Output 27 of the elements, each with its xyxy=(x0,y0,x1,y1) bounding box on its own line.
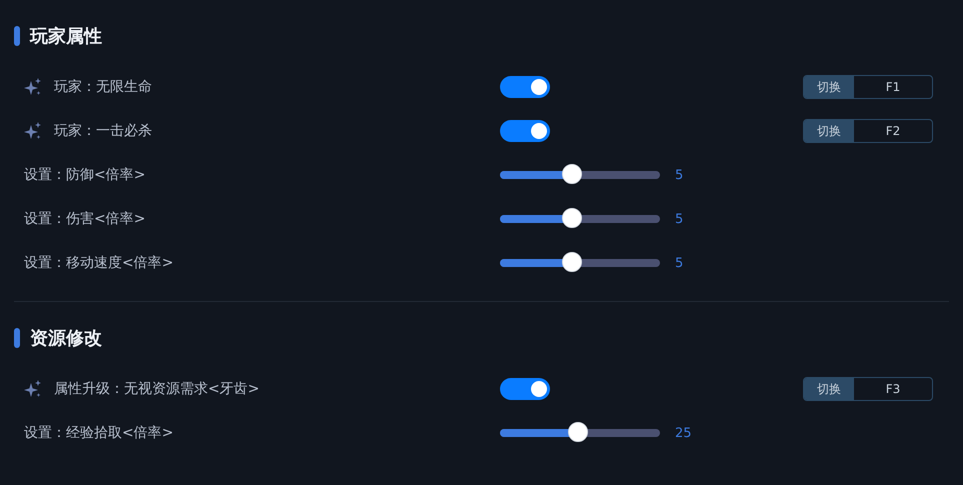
section-title: 玩家属性 xyxy=(30,25,102,48)
section-title: 资源修改 xyxy=(30,327,102,350)
toggle-switch[interactable] xyxy=(500,120,550,142)
hotkey-value: F2 xyxy=(884,123,902,140)
option-label: 设置：移动速度<倍率> xyxy=(24,254,174,272)
hotkey-field[interactable]: 切换 F3 xyxy=(803,377,933,401)
hotkey-field[interactable]: 切换 F1 xyxy=(803,75,933,99)
option-label: 玩家：无限生命 xyxy=(54,78,152,96)
section-marker xyxy=(14,328,20,348)
slider-value: 5 xyxy=(675,256,684,270)
hotkey-field[interactable]: 切换 F2 xyxy=(803,119,933,143)
slider-value: 5 xyxy=(675,168,684,182)
option-label: 属性升级：无视资源需求<牙齿> xyxy=(54,380,260,398)
switch-label: 切换 xyxy=(804,120,854,142)
option-label: 玩家：一击必杀 xyxy=(54,122,152,140)
hotkey-value: F1 xyxy=(884,79,902,96)
toggle-switch[interactable] xyxy=(500,378,550,400)
slider-value: 5 xyxy=(675,212,684,226)
hotkey-value: F3 xyxy=(884,381,902,398)
slider-value: 25 xyxy=(675,426,692,440)
toggle-switch[interactable] xyxy=(500,76,550,98)
section-marker xyxy=(14,26,20,46)
switch-label: 切换 xyxy=(804,76,854,98)
switch-label: 切换 xyxy=(804,378,854,400)
option-label: 设置：伤害<倍率> xyxy=(24,210,146,228)
option-label: 设置：防御<倍率> xyxy=(24,166,146,184)
option-label: 设置：经验拾取<倍率> xyxy=(24,424,174,442)
